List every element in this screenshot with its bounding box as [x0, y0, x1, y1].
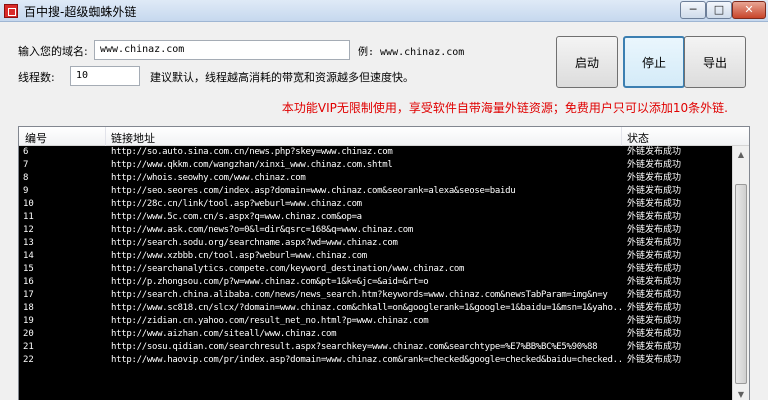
- row-status: 外链发布成功: [627, 147, 682, 157]
- row-status: 外链发布成功: [627, 199, 682, 209]
- table-body: 6 http://so.auto.sina.com.cn/news.php?ske…: [19, 146, 749, 367]
- stop-button[interactable]: 停止: [623, 36, 685, 88]
- threads-hint: 建议默认，线程越高消耗的带宽和资源越多但速度快。: [150, 71, 414, 84]
- row-url: http://www.ask.com/news?o=0&l=dir&qsrc=1…: [111, 225, 413, 235]
- export-button[interactable]: 导出: [684, 36, 746, 88]
- table-row[interactable]: 21 http://sosu.qidian.com/searchresult.as…: [19, 341, 749, 354]
- table-row[interactable]: 15 http://searchanalytics.compete.com/key…: [19, 263, 749, 276]
- threads-label: 线程数:: [18, 71, 55, 84]
- main-panel: 输入您的域名: www.chinaz.com 例: www.chinaz.com…: [0, 22, 768, 400]
- row-id: 13: [23, 238, 34, 248]
- row-id: 7: [23, 160, 29, 170]
- domain-label: 输入您的域名:: [18, 45, 88, 58]
- row-url: http://searchanalytics.compete.com/keywo…: [111, 264, 465, 274]
- row-id: 6: [23, 147, 29, 157]
- domain-example: 例: www.chinaz.com: [358, 47, 465, 58]
- table-header: 编号 链接地址 状态: [19, 127, 749, 146]
- row-status: 外链发布成功: [627, 329, 682, 339]
- row-url: http://www.aizhan.com/siteall/www.chinaz…: [111, 329, 337, 339]
- row-url: http://www.5c.com.cn/s.aspx?q=www.chinaz…: [111, 212, 362, 222]
- scroll-down-arrow-icon[interactable]: ▼: [733, 386, 749, 400]
- link-table: 编号 链接地址 状态 6 http://so.auto.sina.com.cn/n…: [18, 126, 750, 400]
- row-id: 15: [23, 264, 34, 274]
- row-url: http://search.china.alibaba.com/news/new…: [111, 290, 608, 300]
- table-row[interactable]: 6 http://so.auto.sina.com.cn/news.php?ske…: [19, 146, 749, 159]
- row-status: 外链发布成功: [627, 186, 682, 196]
- table-row[interactable]: 17 http://search.china.alibaba.com/news/n…: [19, 289, 749, 302]
- maximize-button[interactable]: □: [706, 1, 732, 19]
- table-row[interactable]: 9 http://seo.seores.com/index.asp?domain=…: [19, 185, 749, 198]
- row-url: http://28c.cn/link/tool.asp?weburl=www.c…: [111, 199, 362, 209]
- scroll-up-arrow-icon[interactable]: ▲: [733, 146, 749, 163]
- row-id: 19: [23, 316, 34, 326]
- row-id: 8: [23, 173, 29, 183]
- table-row[interactable]: 12 http://www.ask.com/news?o=0&l=dir&qsrc…: [19, 224, 749, 237]
- table-row[interactable]: 22 http://www.haovip.com/pr/index.asp?dom…: [19, 354, 749, 367]
- row-url: http://www.xzbbb.cn/tool.asp?weburl=www.…: [111, 251, 367, 261]
- row-url: http://p.zhongsou.com/p?w=www.chinaz.com…: [111, 277, 429, 287]
- row-id: 10: [23, 199, 34, 209]
- header-url[interactable]: 链接地址: [111, 130, 155, 146]
- row-id: 14: [23, 251, 34, 261]
- table-row[interactable]: 18 http://www.sc818.cn/slcx/?domain=www.c…: [19, 302, 749, 315]
- table-row[interactable]: 19 http://zidian.cn.yahoo.com/result_net_…: [19, 315, 749, 328]
- table-row[interactable]: 10 http://28c.cn/link/tool.asp?weburl=www…: [19, 198, 749, 211]
- row-url: http://zidian.cn.yahoo.com/result_net_no…: [111, 316, 429, 326]
- row-status: 外链发布成功: [627, 160, 682, 170]
- start-button[interactable]: 启动: [556, 36, 618, 88]
- threads-input[interactable]: 10: [70, 66, 140, 86]
- row-status: 外链发布成功: [627, 225, 682, 235]
- row-status: 外链发布成功: [627, 173, 682, 183]
- table-row[interactable]: 14 http://www.xzbbb.cn/tool.asp?weburl=ww…: [19, 250, 749, 263]
- table-row[interactable]: 13 http://search.sodu.org/searchname.aspx…: [19, 237, 749, 250]
- row-status: 外链发布成功: [627, 277, 682, 287]
- row-id: 22: [23, 355, 34, 365]
- vertical-scrollbar[interactable]: ▲ ▼: [732, 146, 749, 400]
- minimize-button[interactable]: ─: [680, 1, 706, 19]
- row-url: http://sosu.qidian.com/searchresult.aspx…: [111, 342, 598, 352]
- table-row[interactable]: 8 http://whois.seowhy.com/www.chinaz.com 外…: [19, 172, 749, 185]
- row-status: 外链发布成功: [627, 264, 682, 274]
- row-url: http://seo.seores.com/index.asp?domain=w…: [111, 186, 516, 196]
- row-status: 外链发布成功: [627, 316, 682, 326]
- row-url: http://whois.seowhy.com/www.chinaz.com: [111, 173, 306, 183]
- row-url: http://www.sc818.cn/slcx/?domain=www.chi…: [111, 303, 621, 313]
- scroll-thumb[interactable]: [735, 184, 747, 384]
- row-url: http://www.haovip.com/pr/index.asp?domai…: [111, 355, 621, 365]
- table-row[interactable]: 7 http://www.qkkm.com/wangzhan/xinxi_www.…: [19, 159, 749, 172]
- row-id: 11: [23, 212, 34, 222]
- close-button[interactable]: ✕: [732, 1, 766, 19]
- header-status[interactable]: 状态: [627, 130, 649, 146]
- app-icon: [4, 4, 18, 18]
- table-row[interactable]: 20 http://www.aizhan.com/siteall/www.chin…: [19, 328, 749, 341]
- row-status: 外链发布成功: [627, 212, 682, 222]
- table-row[interactable]: 16 http://p.zhongsou.com/p?w=www.chinaz.c…: [19, 276, 749, 289]
- domain-input[interactable]: www.chinaz.com: [94, 40, 350, 60]
- row-url: http://so.auto.sina.com.cn/news.php?skey…: [111, 147, 393, 157]
- row-id: 12: [23, 225, 34, 235]
- row-id: 21: [23, 342, 34, 352]
- window-title: 百中搜-超级蜘蛛外链: [24, 5, 137, 19]
- vip-notice: 本功能VIP无限制使用，享受软件自带海量外链资源；免费用户只可以添加10条外链.: [281, 101, 728, 115]
- row-url: http://search.sodu.org/searchname.aspx?w…: [111, 238, 398, 248]
- row-id: 18: [23, 303, 34, 313]
- row-id: 20: [23, 329, 34, 339]
- row-status: 外链发布成功: [627, 290, 682, 300]
- table-row[interactable]: 11 http://www.5c.com.cn/s.aspx?q=www.chin…: [19, 211, 749, 224]
- row-id: 16: [23, 277, 34, 287]
- row-id: 9: [23, 186, 29, 196]
- header-id[interactable]: 编号: [25, 130, 47, 146]
- row-status: 外链发布成功: [627, 342, 682, 352]
- row-status: 外链发布成功: [627, 303, 682, 313]
- title-bar: 百中搜-超级蜘蛛外链 ─ □ ✕: [0, 0, 768, 22]
- row-status: 外链发布成功: [627, 251, 682, 261]
- row-status: 外链发布成功: [627, 355, 682, 365]
- row-id: 17: [23, 290, 34, 300]
- row-status: 外链发布成功: [627, 238, 682, 248]
- row-url: http://www.qkkm.com/wangzhan/xinxi_www.c…: [111, 160, 393, 170]
